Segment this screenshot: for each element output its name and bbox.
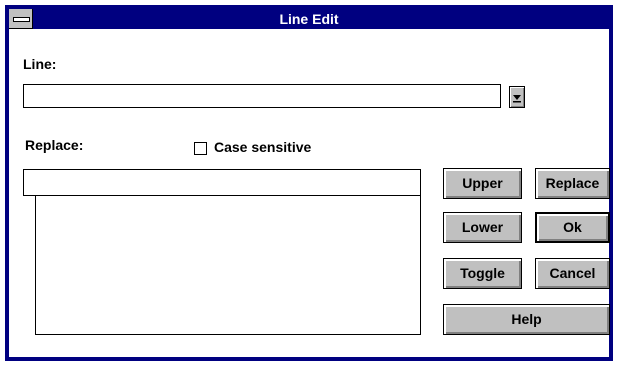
dropdown-arrow-icon[interactable] [509, 86, 525, 108]
down-arrow-icon [513, 95, 521, 103]
case-sensitive-label[interactable]: Case sensitive [214, 139, 311, 155]
line-edit-dialog: Line Edit Line: Replace: Case sensitive … [5, 5, 613, 361]
replace-input[interactable] [23, 169, 421, 196]
window-title: Line Edit [279, 11, 339, 27]
replace-label: Replace: [25, 137, 84, 153]
system-menu-icon[interactable] [9, 9, 33, 29]
ok-button[interactable]: Ok [535, 212, 610, 243]
title-bar[interactable]: Line Edit [9, 9, 609, 29]
line-combo-input[interactable] [23, 84, 501, 108]
toggle-button[interactable]: Toggle [443, 258, 522, 289]
upper-button[interactable]: Upper [443, 168, 522, 199]
replace-list[interactable] [35, 195, 421, 335]
case-sensitive-checkbox[interactable] [194, 142, 207, 155]
cancel-button[interactable]: Cancel [535, 258, 610, 289]
replace-button[interactable]: Replace [535, 168, 610, 199]
line-label: Line: [23, 56, 57, 72]
help-button[interactable]: Help [443, 304, 610, 335]
lower-button[interactable]: Lower [443, 212, 522, 243]
